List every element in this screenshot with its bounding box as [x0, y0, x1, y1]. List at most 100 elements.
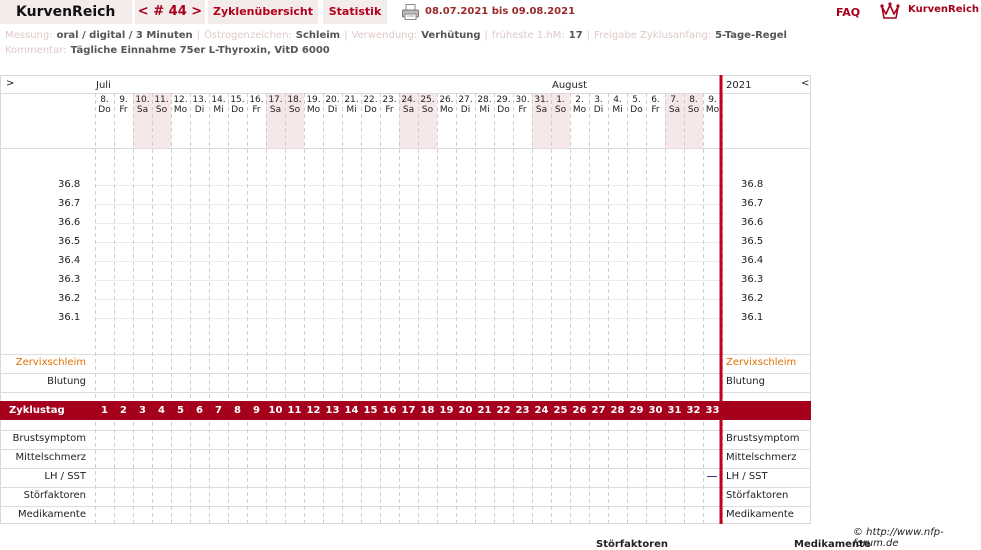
- temperature-tick-right: 36.5: [741, 236, 764, 247]
- cycle-day-number: 12: [306, 405, 321, 416]
- day-header: 1. So: [551, 95, 570, 115]
- day-header: 27. Di: [456, 95, 475, 115]
- month-label-august: August: [552, 80, 587, 91]
- day-header: 3. Di: [589, 95, 608, 115]
- day-number: 13.: [192, 95, 207, 105]
- chart-back-button[interactable]: <: [801, 78, 809, 89]
- temperature-tick: 36.7: [58, 198, 81, 209]
- cycle-day-number: 20: [458, 405, 473, 416]
- weekday: Mo: [173, 105, 188, 115]
- cycle-day-number: 15: [363, 405, 378, 416]
- row-label-bleeding: Blutung: [47, 376, 86, 387]
- weekday: Fr: [518, 105, 527, 115]
- day-number: 8.: [689, 95, 698, 105]
- chart-grid: [0, 75, 811, 524]
- day-header: 12. Mo: [171, 95, 190, 115]
- month-label-juli: Juli: [96, 80, 111, 91]
- cycle-day-number: 21: [477, 405, 492, 416]
- day-header: 24. Sa: [399, 95, 418, 115]
- day-header: 30. Fr: [513, 95, 532, 115]
- day-header: 18. So: [285, 95, 304, 115]
- day-number: 24.: [401, 95, 416, 105]
- temperature-tick: 36.4: [58, 255, 81, 266]
- day-number: 21.: [344, 95, 359, 105]
- day-header: 14. Mi: [209, 95, 228, 115]
- day-number: 6.: [651, 95, 660, 105]
- cycle-day-number: 25: [553, 405, 568, 416]
- row-label-lh-test: LH / SST: [44, 471, 86, 482]
- cycle-day-number: 3: [139, 405, 146, 416]
- day-header: 2. Mo: [570, 95, 589, 115]
- day-number: 9.: [708, 95, 717, 105]
- row-label-disturbances-right: Störfaktoren: [726, 490, 789, 501]
- row-label-mittelschmerz-right: Mittelschmerz: [726, 452, 797, 463]
- weekday: Fr: [252, 105, 261, 115]
- day-number: 5.: [632, 95, 641, 105]
- day-header: 20. Di: [323, 95, 342, 115]
- row-label-cervical-mucus-right: Zervixschleim: [726, 357, 797, 368]
- cycle-day-number: 16: [382, 405, 397, 416]
- weekday: Sa: [269, 105, 282, 115]
- cycle-day-number: 4: [158, 405, 165, 416]
- weekday: Fr: [651, 105, 660, 115]
- weekday: Mo: [572, 105, 587, 115]
- day-header: 21. Mi: [342, 95, 361, 115]
- row-label-medication: Medikamente: [18, 509, 86, 520]
- day-number: 15.: [230, 95, 245, 105]
- day-number: 23.: [382, 95, 397, 105]
- temperature-tick: 36.5: [58, 236, 81, 247]
- temperature-tick: 36.6: [58, 217, 81, 228]
- temperature-tick: 36.3: [58, 274, 81, 285]
- weekday: So: [421, 105, 434, 115]
- day-header: 23. Fr: [380, 95, 399, 115]
- weekday: Fr: [385, 105, 394, 115]
- weekday: Do: [98, 105, 111, 115]
- temperature-tick-right: 36.3: [741, 274, 764, 285]
- cycle-day-number: 14: [344, 405, 359, 416]
- cycle-day-number: 1: [101, 405, 108, 416]
- cycle-day-number: 11: [287, 405, 302, 416]
- row-label-disturbances: Störfaktoren: [23, 490, 86, 501]
- day-number: 10.: [135, 95, 150, 105]
- day-header: 22. Do: [361, 95, 380, 115]
- day-number: 30.: [515, 95, 530, 105]
- cycle-day-number: 9: [253, 405, 260, 416]
- day-number: 11.: [154, 95, 169, 105]
- weekday: Mi: [346, 105, 357, 115]
- day-header: 7. Sa: [665, 95, 684, 115]
- day-number: 8.: [100, 95, 109, 105]
- weekday: Do: [497, 105, 510, 115]
- temperature-tick-right: 36.4: [741, 255, 764, 266]
- day-header: 17. Sa: [266, 95, 285, 115]
- weekday: Di: [194, 105, 205, 115]
- day-header: 11. So: [152, 95, 171, 115]
- weekday: Di: [327, 105, 338, 115]
- day-number: 31.: [534, 95, 549, 105]
- day-header: 4. Mi: [608, 95, 627, 115]
- cycle-day-number: 6: [196, 405, 203, 416]
- temperature-tick-right: 36.2: [741, 293, 764, 304]
- legend-disturbances-heading: Störfaktoren: [596, 539, 669, 550]
- weekday: Mo: [705, 105, 720, 115]
- day-header: 13. Di: [190, 95, 209, 115]
- cycle-day-number: 22: [496, 405, 511, 416]
- weekday: Do: [364, 105, 377, 115]
- chart-forward-button[interactable]: >: [6, 78, 14, 89]
- day-number: 28.: [477, 95, 492, 105]
- cycle-day-number: 5: [177, 405, 184, 416]
- day-header: 25. So: [418, 95, 437, 115]
- cycle-day-number: 33: [705, 405, 720, 416]
- day-header: 26. Mo: [437, 95, 456, 115]
- day-number: 17.: [268, 95, 283, 105]
- day-number: 7.: [670, 95, 679, 105]
- day-header: 8. So: [684, 95, 703, 115]
- row-label-medication-right: Medikamente: [726, 509, 794, 520]
- cycle-day-number: 17: [401, 405, 416, 416]
- temperature-tick-right: 36.8: [741, 179, 764, 190]
- temperature-tick: 36.8: [58, 179, 81, 190]
- day-number: 1.: [556, 95, 565, 105]
- row-label-lh-test-right: LH / SST: [726, 471, 768, 482]
- temperature-tick-right: 36.7: [741, 198, 764, 209]
- day-header: 31. Sa: [532, 95, 551, 115]
- day-number: 4.: [613, 95, 622, 105]
